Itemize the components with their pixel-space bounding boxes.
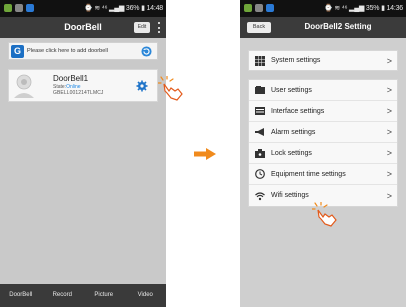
grid-icon [255,55,265,66]
bottom-nav: DoorBell Record Picture Video [0,284,166,307]
lock-settings-row[interactable]: Lock settings > [249,143,397,164]
clock-icon [255,169,265,179]
equipment-time-settings-label: Equipment time settings [271,170,346,178]
nav-doorbell[interactable]: DoorBell [0,284,42,307]
battery-text: 35% [365,5,380,12]
refresh-icon[interactable] [141,46,152,57]
signal-icons: ⌚ ≋ ⁴⁶ ▂▄▆ [84,5,126,12]
add-doorbell-bar[interactable]: G Please click here to add doorbell [8,42,158,60]
doorbell-setting-screen: ⌚ ≋ ⁴⁶ ▂▄▆ 35% ▮ 14:36 Back DoorBell2 Se… [240,0,406,307]
signal-icons: ⌚ ≋ ⁴⁶ ▂▄▆ [324,5,366,12]
system-settings-label: System settings [271,57,321,64]
interface-icon [255,107,265,115]
edit-button[interactable]: Edit [134,22,150,33]
gear-icon[interactable] [136,80,148,92]
user-icon [255,86,265,94]
equipment-time-settings-row[interactable]: Equipment time settings > [249,164,397,185]
nav-record[interactable]: Record [42,284,84,307]
device-name: DoorBell1 [53,74,89,83]
app-icon [26,4,34,12]
user-settings-row[interactable]: User settings > [249,80,397,101]
add-doorbell-icon: G [11,44,24,58]
alarm-settings-label: Alarm settings [271,128,316,136]
chevron-right-icon: > [386,127,392,137]
clock: 14:48 [146,5,163,12]
image-icon [15,4,23,12]
wifi-icon [255,191,265,200]
arrow-right-icon [194,148,216,160]
chevron-right-icon: > [386,148,392,158]
add-doorbell-label: Please click here to add doorbell [27,48,108,54]
tap-hand-icon [158,76,183,101]
interface-settings-row[interactable]: Interface settings > [249,101,397,122]
chevron-right-icon: > [386,106,392,116]
device-row[interactable]: DoorBell1 State:Online GBELL001214TLMCJ [8,69,158,102]
title-bar: Back DoorBell2 Setting [240,17,406,38]
device-id: GBELL001214TLMCJ [53,90,104,96]
title-bar: DoorBell Edit [0,17,166,38]
overflow-menu-icon[interactable] [156,21,162,34]
back-button[interactable]: Back [247,22,271,33]
system-settings-row[interactable]: System settings > [248,50,398,71]
image-icon [255,4,263,12]
wifi-settings-label: Wifi settings [271,192,309,199]
app-icon [266,4,274,12]
user-settings-label: User settings [271,86,312,94]
chevron-right-icon: > [386,55,392,66]
lock-icon [255,149,265,158]
chevron-right-icon: > [386,85,392,95]
chevron-right-icon: > [386,190,392,201]
status-bar: ⌚ ≋ ⁴⁶ ▂▄▆ 36% ▮ 14:48 [0,0,166,17]
megaphone-icon [255,128,264,136]
settings-list: User settings > Interface settings > Ala… [248,79,398,207]
battery-text: 36% [125,5,140,12]
notification-icon [4,4,12,12]
chevron-right-icon: > [386,169,392,179]
nav-picture[interactable]: Picture [83,284,125,307]
tap-hand-icon [312,202,337,227]
interface-settings-label: Interface settings [271,107,325,115]
alarm-settings-row[interactable]: Alarm settings > [249,122,397,143]
nav-video[interactable]: Video [125,284,167,307]
doorbell-list-screen: ⌚ ≋ ⁴⁶ ▂▄▆ 36% ▮ 14:48 DoorBell Edit G P… [0,0,166,307]
doorbell-device-icon [12,73,36,99]
clock: 14:36 [386,5,403,12]
lock-settings-label: Lock settings [271,149,312,157]
page-title: DoorBell2 Setting [304,22,372,31]
notification-icon [244,4,252,12]
status-bar: ⌚ ≋ ⁴⁶ ▂▄▆ 35% ▮ 14:36 [240,0,406,17]
